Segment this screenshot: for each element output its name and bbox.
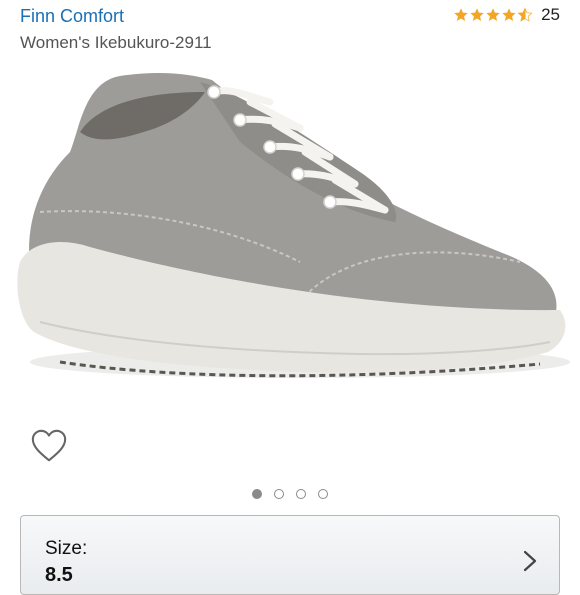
carousel-dot[interactable] bbox=[296, 489, 306, 499]
star-icon bbox=[454, 8, 468, 21]
size-value: 8.5 bbox=[45, 564, 73, 586]
product-header: Finn Comfort Women's Ikebukuro-2911 25 bbox=[0, 0, 580, 60]
half-star-icon bbox=[517, 7, 533, 22]
shoe-photo[interactable] bbox=[0, 62, 580, 392]
heart-outline-icon[interactable] bbox=[30, 428, 68, 464]
rating[interactable]: 25 bbox=[453, 5, 560, 25]
carousel-dot[interactable] bbox=[252, 489, 262, 499]
chevron-right-icon bbox=[523, 550, 537, 572]
carousel-dot[interactable] bbox=[274, 489, 284, 499]
carousel-indicators bbox=[0, 486, 580, 502]
rating-count[interactable]: 25 bbox=[541, 5, 560, 25]
brand-link[interactable]: Finn Comfort bbox=[20, 6, 124, 27]
star-icon bbox=[502, 8, 516, 21]
size-label: Size: bbox=[45, 538, 88, 559]
rating-stars[interactable] bbox=[453, 7, 533, 23]
star-icon bbox=[486, 8, 500, 21]
size-selector[interactable]: Size: 8.5 bbox=[20, 515, 560, 595]
product-title: Women's Ikebukuro-2911 bbox=[20, 33, 212, 52]
carousel-dot[interactable] bbox=[318, 489, 328, 499]
star-icon bbox=[470, 8, 484, 21]
